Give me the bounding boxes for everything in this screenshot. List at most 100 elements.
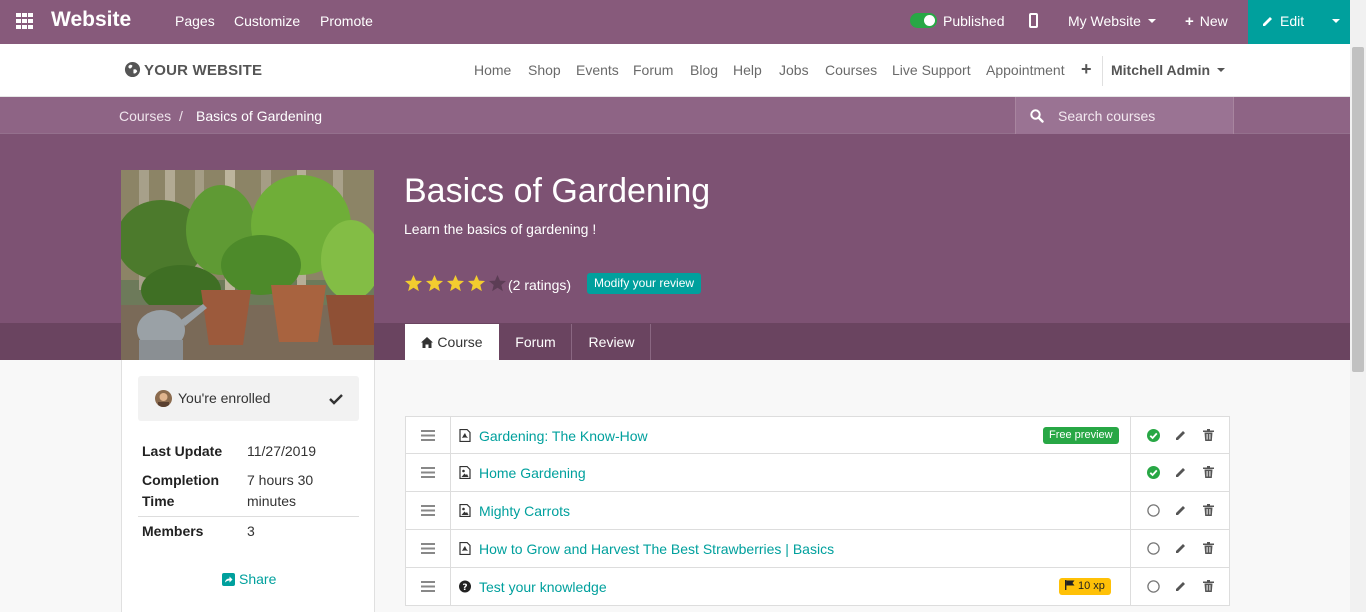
trash-icon[interactable] <box>1203 504 1214 516</box>
user-name: Mitchell Admin <box>1111 62 1211 78</box>
menu-pages[interactable]: Pages <box>175 13 215 29</box>
pdf-file-icon <box>459 429 471 442</box>
site-logo-text: YOUR WEBSITE <box>144 62 263 79</box>
enrolled-label: You're enrolled <box>178 390 271 406</box>
slide-row[interactable]: How to Grow and Harvest The Best Strawbe… <box>405 530 1230 568</box>
user-avatar-icon <box>155 390 172 407</box>
trash-icon[interactable] <box>1203 580 1214 592</box>
slide-title[interactable]: Home Gardening <box>479 465 586 481</box>
circle-outline-icon[interactable] <box>1147 504 1160 517</box>
meta-members-value: 3 <box>247 523 255 539</box>
pencil-icon[interactable] <box>1175 466 1187 478</box>
published-label[interactable]: Published <box>943 13 1005 29</box>
apps-grid-icon[interactable] <box>16 13 34 29</box>
new-button[interactable]: + New <box>1185 13 1228 30</box>
xp-badge-label: 10 xp <box>1078 580 1105 592</box>
search-courses-input[interactable]: Search courses <box>1015 97 1234 134</box>
menu-customize[interactable]: Customize <box>234 13 300 29</box>
drag-handle[interactable] <box>406 492 451 529</box>
page-scrollbar-thumb[interactable] <box>1352 47 1364 372</box>
slide-row[interactable]: Home Gardening <box>405 454 1230 492</box>
website-selector[interactable]: My Website <box>1068 13 1156 29</box>
nav-forum[interactable]: Forum <box>633 62 673 78</box>
website-selector-label: My Website <box>1068 13 1141 29</box>
meta-completion-time-value: 7 hours 30 minutes <box>247 472 314 509</box>
svg-text:?: ? <box>462 583 467 593</box>
star-filled-icon <box>446 274 465 292</box>
slide-title[interactable]: Gardening: The Know-How <box>479 428 648 444</box>
slide-actions <box>1130 568 1230 605</box>
drag-handle-icon <box>421 505 435 516</box>
course-sidebar: You're enrolled Last Update 11/27/2019 C… <box>121 360 375 612</box>
slide-title[interactable]: Mighty Carrots <box>479 503 570 519</box>
rating-stars <box>404 274 507 293</box>
website-navbar: YOUR WEBSITE Home Shop Events Forum Blog… <box>0 44 1350 97</box>
edit-button[interactable]: Edit <box>1248 0 1350 44</box>
tab-review[interactable]: Review <box>573 324 651 360</box>
pdf-file-icon <box>459 542 471 555</box>
drag-handle[interactable] <box>406 417 451 454</box>
star-filled-icon <box>425 274 444 292</box>
trash-icon[interactable] <box>1203 466 1214 478</box>
user-menu[interactable]: Mitchell Admin <box>1111 62 1226 78</box>
edit-dropdown-caret-icon[interactable] <box>1332 19 1340 23</box>
nav-live-support[interactable]: Live Support <box>892 62 971 78</box>
nav-blog[interactable]: Blog <box>690 62 718 78</box>
breadcrumb-courses[interactable]: Courses <box>119 108 171 124</box>
slide-row[interactable]: ? Test your knowledge 10 xp <box>405 568 1230 606</box>
slide-actions <box>1130 492 1230 529</box>
enrolled-status: You're enrolled <box>138 376 359 421</box>
nav-jobs[interactable]: Jobs <box>779 62 809 78</box>
app-name[interactable]: Website <box>51 8 131 32</box>
nav-appointment[interactable]: Appointment <box>986 62 1065 78</box>
slide-row[interactable]: Mighty Carrots <box>405 492 1230 530</box>
odoo-topbar: Website Pages Customize Promote Publishe… <box>0 0 1350 44</box>
ratings-count[interactable]: (2 ratings) <box>508 277 571 293</box>
published-toggle[interactable] <box>910 13 937 28</box>
course-description: Learn the basics of gardening ! <box>404 221 597 237</box>
home-icon <box>421 337 434 348</box>
pencil-icon[interactable] <box>1175 504 1187 516</box>
trash-icon[interactable] <box>1203 542 1214 554</box>
pencil-icon[interactable] <box>1175 580 1187 592</box>
circle-outline-icon[interactable] <box>1147 580 1160 593</box>
slide-actions <box>1130 530 1230 567</box>
check-icon <box>329 394 343 405</box>
trash-icon[interactable] <box>1203 429 1214 441</box>
meta-completion-time-label: Completion Time <box>142 472 219 509</box>
free-preview-badge: Free preview <box>1043 427 1119 444</box>
slide-title[interactable]: How to Grow and Harvest The Best Strawbe… <box>479 541 834 557</box>
tab-forum[interactable]: Forum <box>500 324 572 360</box>
breadcrumb-current: Basics of Gardening <box>196 108 323 124</box>
meta-divider <box>138 516 359 517</box>
globe-icon <box>124 61 141 78</box>
slide-title[interactable]: Test your knowledge <box>479 579 607 595</box>
nav-courses[interactable]: Courses <box>825 62 877 78</box>
check-circle-icon <box>1147 429 1160 442</box>
share-button[interactable]: Share <box>222 571 276 587</box>
drag-handle[interactable] <box>406 568 451 605</box>
tab-course[interactable]: Course <box>405 324 499 360</box>
add-menu-plus-icon[interactable]: + <box>1081 59 1092 80</box>
nav-shop[interactable]: Shop <box>528 62 561 78</box>
site-logo[interactable]: YOUR WEBSITE <box>124 61 262 79</box>
image-file-icon <box>459 466 471 479</box>
drag-handle[interactable] <box>406 530 451 567</box>
nav-home[interactable]: Home <box>474 62 511 78</box>
circle-outline-icon[interactable] <box>1147 542 1160 555</box>
slide-row[interactable]: Gardening: The Know-How Free preview <box>405 416 1230 454</box>
pencil-icon[interactable] <box>1175 542 1187 554</box>
pencil-icon <box>1263 17 1272 26</box>
nav-help[interactable]: Help <box>733 62 762 78</box>
drag-handle[interactable] <box>406 454 451 491</box>
mobile-preview-icon[interactable] <box>1029 13 1038 28</box>
nav-divider <box>1102 56 1103 86</box>
menu-promote[interactable]: Promote <box>320 13 373 29</box>
meta-last-update-value: 11/27/2019 <box>247 443 317 459</box>
modify-review-button[interactable]: Modify your review <box>587 273 702 294</box>
pencil-icon[interactable] <box>1175 429 1187 441</box>
flag-icon <box>1065 580 1075 590</box>
nav-events[interactable]: Events <box>576 62 619 78</box>
breadcrumb-separator: / <box>179 108 183 124</box>
plus-icon: + <box>1185 13 1194 30</box>
